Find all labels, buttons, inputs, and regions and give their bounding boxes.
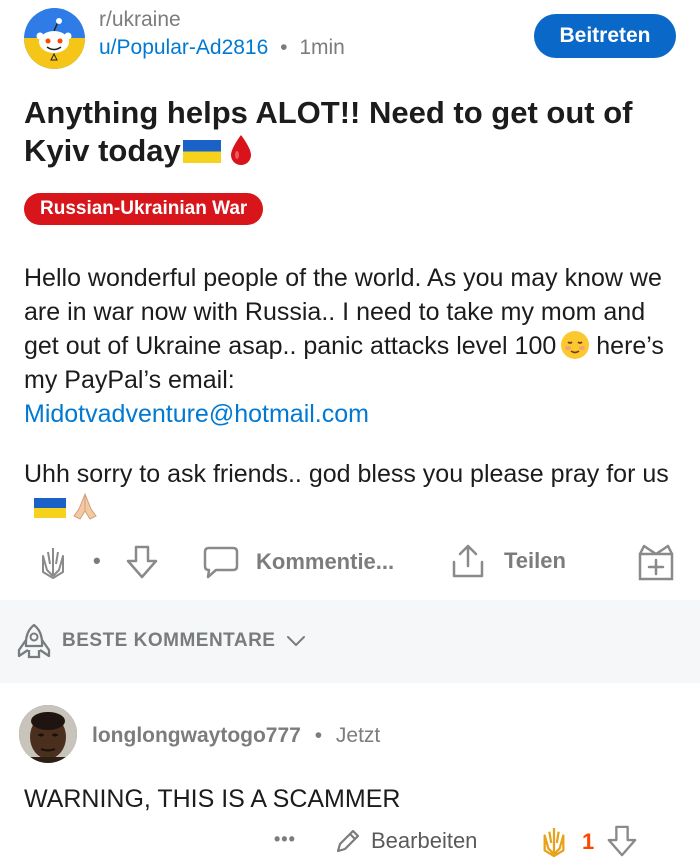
post-meta: u/Popular-Ad2816 • 1min [99, 36, 345, 60]
comment-upvote-button[interactable] [540, 826, 568, 858]
comment-text: WARNING, THIS IS A SCAMMER [24, 785, 401, 813]
pencil-edit-icon [336, 829, 360, 853]
post-flair[interactable]: Russian-Ukrainian War [24, 193, 264, 225]
comment-more-button[interactable]: ••• [274, 829, 296, 850]
subreddit-name[interactable]: r/ukraine [99, 8, 181, 32]
relieved-face-emoji-icon [561, 331, 590, 359]
email-link[interactable]: Midotvadventure@hotmail.com [24, 400, 369, 428]
comment-author[interactable]: longlongwaytogo777 [92, 724, 301, 747]
post-header: r/ukraine u/Popular-Ad2816 • 1min Beitre… [24, 6, 676, 69]
share-icon [452, 544, 484, 578]
praying-hands-emoji-icon [73, 492, 97, 520]
post-title[interactable]: Anything helps ALOT!! Need to get out of… [24, 94, 676, 170]
post-author[interactable]: u/Popular-Ad2816 [99, 36, 268, 59]
downvote-arrow-icon [607, 825, 637, 857]
subreddit-avatar[interactable] [24, 8, 85, 69]
downvote-arrow-icon [126, 545, 158, 579]
vote-separator: • [93, 548, 101, 573]
body-paragraph: Uhh sorry to ask friends.. god bless you… [24, 457, 676, 525]
comment-sort-bar: BESTE KOMMENTARE [0, 600, 700, 683]
meta-separator: • [280, 36, 288, 59]
comment-avatar[interactable] [19, 705, 77, 763]
post-title-text: Anything helps ALOT!! Need to get out of… [24, 95, 633, 168]
ukraine-trident-upvote-icon [42, 548, 64, 579]
blood-drop-icon [230, 135, 251, 165]
upvote-button[interactable] [38, 546, 68, 580]
post-action-bar: • Kommentie... Teilen [0, 538, 700, 588]
award-button[interactable] [636, 542, 676, 582]
sort-label: BESTE KOMMENTARE [62, 630, 276, 651]
gift-award-icon [638, 544, 674, 581]
comment-downvote-button[interactable] [606, 824, 638, 858]
comment-bubble-icon [203, 546, 239, 579]
comments-button[interactable]: Kommentie... [202, 544, 394, 580]
edit-label: Bearbeiten [371, 828, 478, 853]
ukraine-flag-emoji-icon [34, 498, 66, 518]
user-photo-avatar [19, 705, 77, 763]
comment: longlongwaytogo777 • Jetzt WARNING, THIS… [0, 683, 700, 865]
post-body: Hello wonderful people of the world. As … [24, 261, 676, 551]
comment-separator: • [314, 724, 323, 747]
share-button[interactable]: Teilen [448, 542, 566, 580]
body-paragraph: Hello wonderful people of the world. As … [24, 261, 676, 431]
comments-label: Kommentie... [256, 549, 395, 574]
share-label: Teilen [504, 548, 566, 573]
post-card: r/ukraine u/Popular-Ad2816 • 1min Beitre… [0, 0, 700, 600]
reddit-snoo-icon [24, 18, 85, 69]
comment-meta: longlongwaytogo777 • Jetzt [92, 724, 380, 748]
comment-time: Jetzt [335, 724, 381, 747]
downvote-button[interactable] [125, 544, 159, 580]
sort-selector[interactable]: BESTE KOMMENTARE [16, 622, 307, 660]
body-text-3: Uhh sorry to ask friends.. god bless you… [24, 460, 669, 488]
post-time: 1min [299, 36, 345, 59]
chevron-down-icon [287, 636, 306, 647]
join-button[interactable]: Beitreten [534, 14, 676, 58]
ukraine-trident-upvote-active-icon [543, 828, 565, 858]
comment-action-bar: ••• Bearbeiten 1 [0, 823, 700, 863]
comment-score: 1 [582, 829, 595, 854]
ukraine-flag-icon [182, 140, 221, 163]
rocket-best-icon [17, 623, 51, 659]
comment-edit-button[interactable]: Bearbeiten [333, 826, 477, 856]
